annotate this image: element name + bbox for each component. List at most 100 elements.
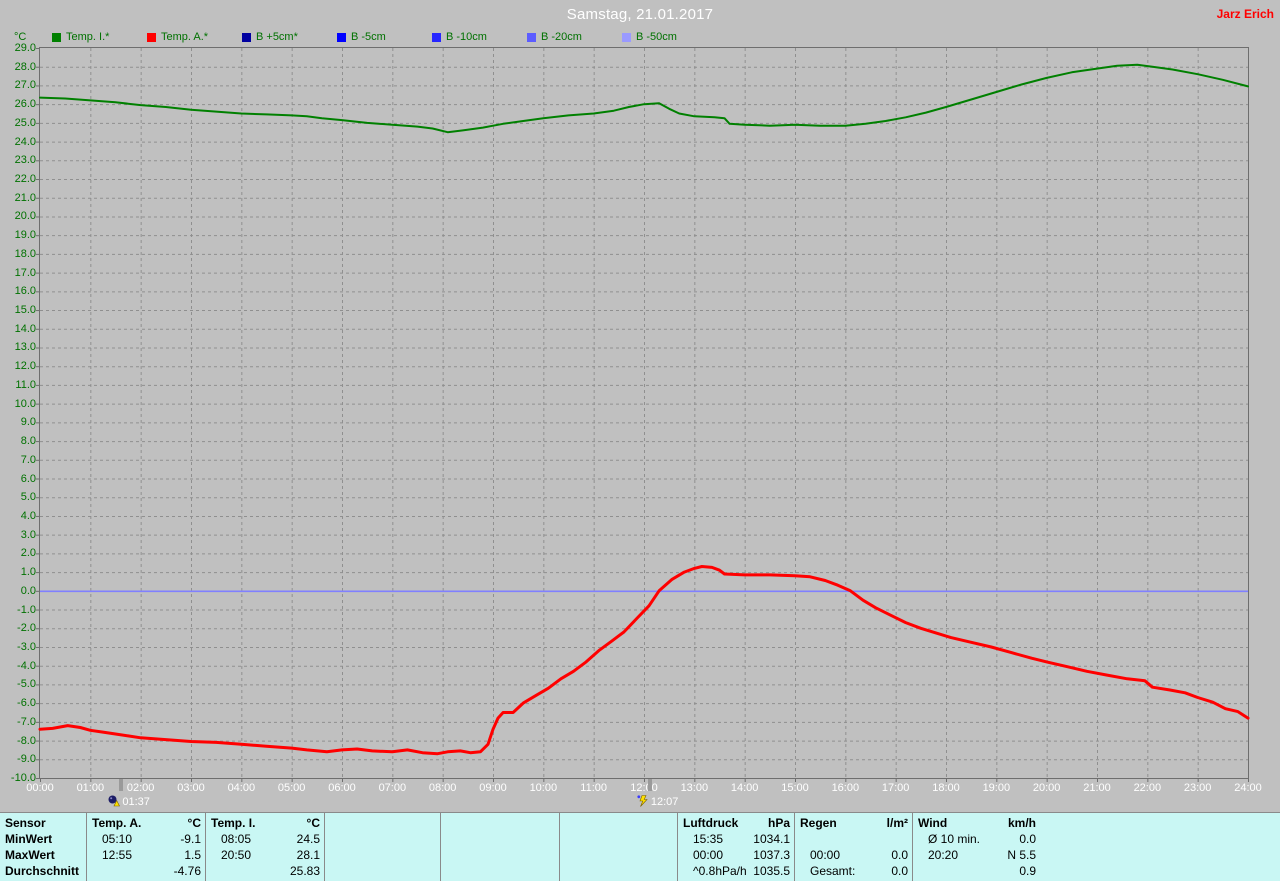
x-tick-label: 04:00 [219,782,263,795]
stats-cell-time: 20:50 [206,847,251,863]
stats-col-unit: °C [188,815,205,831]
stats-column-regen: Regenl/m²00:000.0Gesamt:0.0 [795,813,913,881]
moonrise-icon [108,794,120,806]
x-tick-label: 21:00 [1075,782,1119,795]
y-tick-label: 22.0 [0,173,36,186]
stats-cell-value: 1.5 [184,847,205,863]
y-tick-label: 13.0 [0,341,36,354]
y-tick-label: 27.0 [0,79,36,92]
stats-col-unit [673,815,677,831]
y-tick-label: 3.0 [0,529,36,542]
y-tick-label: 18.0 [0,248,36,261]
stats-row-label: Sensor [0,815,86,831]
x-tick-label: 17:00 [874,782,918,795]
stats-cell-time [325,847,340,863]
y-tick-label: 2.0 [0,547,36,560]
moonset-icon [637,794,649,806]
stats-cell-value [436,847,440,863]
stats-cell-time: 05:10 [87,831,132,847]
x-tick-label: 06:00 [320,782,364,795]
stats-cell-time [441,831,456,847]
stats-cell-time: 20:20 [913,847,958,863]
stats-col-name [441,815,446,831]
y-tick-label: -1.0 [0,604,36,617]
y-tick-label: -3.0 [0,641,36,654]
stats-cell-value: 0.0 [1019,831,1040,847]
stats-cell-time: 15:35 [678,831,723,847]
y-tick-label: -7.0 [0,716,36,729]
x-tick-label: 22:00 [1125,782,1169,795]
stats-cell-value: 0.9 [1019,863,1040,879]
stats-column-luftdruck: LuftdruckhPa15:351034.100:001037.3^0.8hP… [678,813,795,881]
stats-row-label: Durchschnitt [0,863,86,879]
stats-row-label: MinWert [0,831,86,847]
stats-cell-time [87,863,102,879]
x-tick-label: 08:00 [421,782,465,795]
x-tick-label: 02:00 [119,782,163,795]
stats-cell-value: 1034.1 [753,831,794,847]
stats-cell-time [795,831,810,847]
stats-cell-time [913,863,928,879]
stats-cell-time [441,863,456,879]
stats-cell-value: 25.83 [290,863,324,879]
stats-cell-time [325,863,340,879]
y-tick-label: 12.0 [0,360,36,373]
stats-cell-time: Ø 10 min. [913,831,980,847]
y-tick-label: -8.0 [0,735,36,748]
y-tick-label: 23.0 [0,154,36,167]
stats-cell-time [325,831,340,847]
x-tick-label: 05:00 [270,782,314,795]
stats-row-label: MaxWert [0,847,86,863]
event-marker-tick [648,779,652,791]
stats-cell-time: Gesamt: [795,863,855,879]
stats-col-unit [436,815,440,831]
stats-cell-value [673,863,677,879]
stats-cell-time: 12:55 [87,847,132,863]
x-tick-label: 10:00 [521,782,565,795]
stats-filler [1040,813,1280,881]
stats-cell-time [206,863,221,879]
y-tick-label: -9.0 [0,753,36,766]
stats-col-unit [555,815,559,831]
stats-col-name [560,815,565,831]
x-tick-label: 24:00 [1226,782,1270,795]
stats-cell-value [436,831,440,847]
x-tick-label: 23:00 [1176,782,1220,795]
y-tick-label: -2.0 [0,622,36,635]
stats-column-empty-3 [441,813,560,881]
stats-col-name [325,815,330,831]
y-tick-label: -5.0 [0,678,36,691]
y-tick-label: 9.0 [0,416,36,429]
y-tick-label: 1.0 [0,566,36,579]
stats-column-empty-4 [560,813,678,881]
stats-cell-time [560,831,575,847]
stats-cell-value [555,847,559,863]
y-tick-label: 7.0 [0,454,36,467]
y-tick-label: 15.0 [0,304,36,317]
y-tick-label: 16.0 [0,285,36,298]
x-tick-label: 18:00 [924,782,968,795]
stats-cell-time: 08:05 [206,831,251,847]
y-tick-label: 0.0 [0,585,36,598]
y-tick-label: 29.0 [0,42,36,55]
x-tick-label: 15:00 [773,782,817,795]
stats-col-name: Wind [913,815,947,831]
stats-col-name: Regen [795,815,837,831]
stats-cell-value [555,863,559,879]
stats-cell-value: 1035.5 [753,863,794,879]
y-tick-label: 26.0 [0,98,36,111]
y-tick-label: -6.0 [0,697,36,710]
stats-cell-value: N 5.5 [1007,847,1040,863]
y-tick-label: 14.0 [0,323,36,336]
stats-cell-value: 28.1 [297,847,324,863]
stats-cell-value [673,847,677,863]
stats-col-unit: l/m² [887,815,912,831]
temperature-chart [0,0,1280,812]
stats-col-unit: °C [307,815,324,831]
stats-column-wind: Windkm/hØ 10 min.0.020:20N 5.50.9 [913,813,1040,881]
y-tick-label: -4.0 [0,660,36,673]
stats-cell-time: 00:00 [678,847,723,863]
x-tick-label: 11:00 [572,782,616,795]
x-tick-label: 20:00 [1025,782,1069,795]
y-tick-label: 17.0 [0,267,36,280]
